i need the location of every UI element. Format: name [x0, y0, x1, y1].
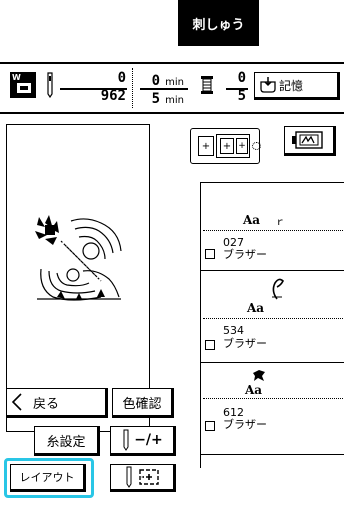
embroidery-mode-tab: 刺しゅう	[178, 0, 259, 46]
frame-trace-button[interactable]	[110, 464, 176, 492]
list-item[interactable]: Aa 612 ブラザー	[201, 365, 344, 455]
pocket-icon	[260, 77, 276, 93]
color-swatch	[205, 249, 215, 259]
color-check-label: 色確認	[122, 396, 162, 412]
thread-number: 612	[223, 406, 244, 419]
memory-label: 記憶	[279, 78, 304, 93]
thread-brand: ブラザー	[223, 248, 267, 261]
thread-sample-text: Aa	[243, 213, 261, 227]
back-button[interactable]: 戻る	[6, 388, 108, 418]
time-total: 5 min	[151, 91, 184, 107]
needle-icon	[47, 72, 53, 98]
color-count-total: 5	[237, 88, 246, 104]
frame-view-button[interactable]	[284, 126, 336, 156]
thread-brand: ブラザー	[223, 337, 267, 350]
selection-highlight	[4, 458, 94, 498]
time-current: 0 min	[151, 73, 184, 89]
thread-add-remove-button[interactable]: −/+	[110, 426, 176, 456]
memory-button[interactable]: 記憶	[254, 72, 340, 100]
thread-setting-label: 糸設定	[46, 434, 86, 450]
thread-number: 534	[223, 324, 244, 337]
embroidery-design-image	[35, 215, 122, 301]
color-count-current: 0	[237, 70, 246, 86]
status-bar: W 0 962 0 min 5 min 0 5 記憶	[0, 64, 344, 114]
list-item[interactable]: Aa 534 ブラザー	[201, 273, 344, 363]
list-item[interactable]: Aa ｒ 027 ブラザー	[201, 183, 344, 271]
minus-plus-label: −/+	[134, 432, 163, 448]
thread-spool-icon	[201, 76, 213, 94]
thread-brand: ブラザー	[223, 418, 267, 431]
needle-icon	[126, 466, 132, 488]
thread-color-list: Aa ｒ 027 ブラザー Aa 534 ブラザー Aa 612 ブラザー	[200, 182, 344, 468]
stitch-count-total: 962	[100, 88, 126, 104]
color-swatch	[205, 340, 215, 350]
color-swatch	[205, 421, 215, 431]
thread-sample-text: Aa	[247, 301, 265, 315]
embroidery-frame-icon	[292, 131, 323, 149]
design-part-icon	[272, 278, 284, 300]
back-label: 戻る	[33, 396, 60, 412]
needle-icon	[123, 429, 129, 451]
color-check-button[interactable]: 色確認	[112, 388, 174, 418]
trace-frame-icon	[139, 469, 159, 485]
arrow-left-icon	[11, 393, 22, 411]
design-preview	[6, 124, 150, 432]
stitch-count-current: 0	[117, 70, 126, 86]
thread-number: 027	[223, 236, 244, 249]
design-part-icon	[253, 370, 265, 381]
embroidery-unit-icon: W	[10, 72, 36, 98]
time-unit-label: min	[165, 95, 184, 106]
embroidery-screen: W 0 962 0 min 5 min 0 5 記憶 + + + Aa ｒ 02…	[0, 62, 344, 510]
layout-frame-indicator: + + +	[190, 128, 268, 164]
thread-setting-button[interactable]: 糸設定	[34, 426, 100, 456]
time-unit-label: min	[165, 77, 184, 88]
